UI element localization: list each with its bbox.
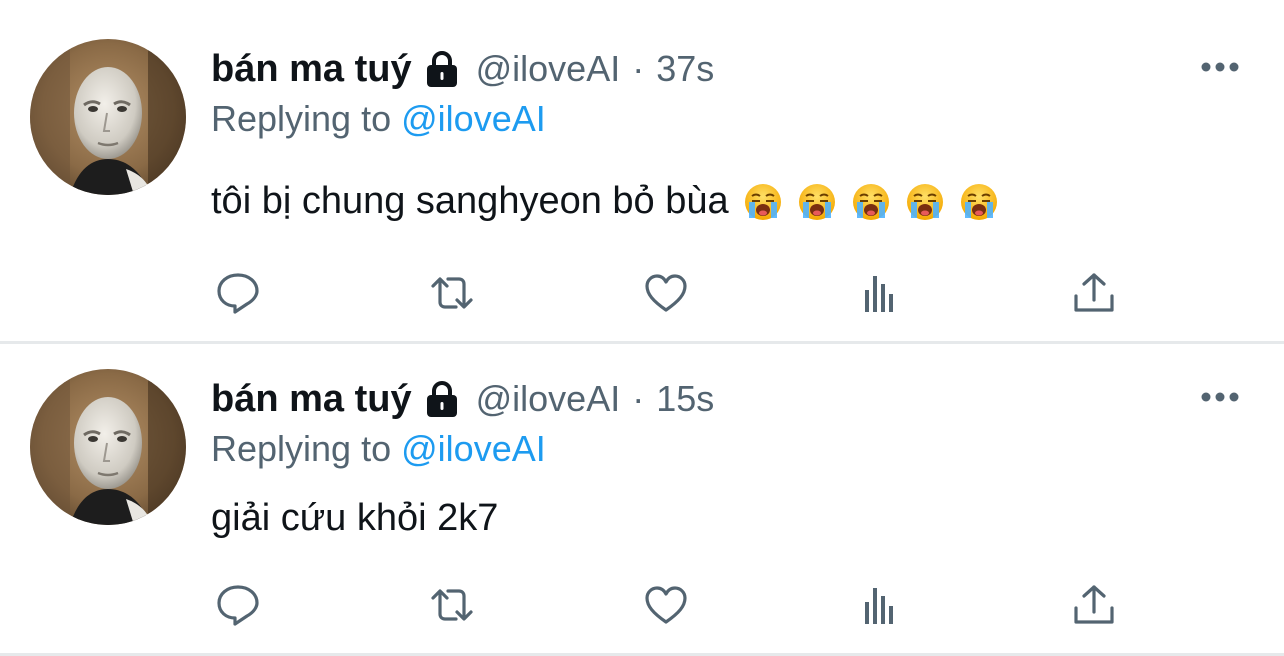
reply-button[interactable] [213, 268, 263, 318]
analytics-button[interactable] [855, 268, 905, 318]
loudly-crying-face-icon [959, 182, 999, 222]
lock-icon [426, 381, 457, 417]
avatar-image [30, 369, 186, 525]
more-icon[interactable] [1198, 57, 1242, 77]
share-icon [1074, 273, 1114, 312]
tweet-text: tôi bị chung sanghyeon bỏ bùa [211, 180, 999, 223]
analytics-icon [865, 276, 893, 312]
lock-icon [426, 51, 457, 87]
avatar-image [30, 39, 186, 195]
avatar[interactable] [30, 369, 186, 525]
replying-prefix: Replying to [211, 428, 392, 469]
tweet-text-content: tôi bị chung sanghyeon bỏ bùa [211, 180, 729, 222]
loudly-crying-face-icon [797, 182, 837, 222]
tweet-header: bán ma tuý @iloveAI · 15s [211, 375, 714, 423]
author-name[interactable]: bán ma tuý [211, 378, 412, 421]
analytics-button[interactable] [855, 580, 905, 630]
loudly-crying-face-icon [905, 182, 945, 222]
replying-to: Replying to @iloveAI [211, 428, 546, 470]
tweet-text: giải cứu khỏi 2k7 [211, 497, 498, 540]
replying-to: Replying to @iloveAI [211, 98, 546, 140]
retweet-icon [431, 277, 473, 309]
replying-mention[interactable]: @iloveAI [401, 98, 546, 139]
share-icon [1074, 585, 1114, 624]
share-button[interactable] [1069, 580, 1119, 630]
reply-icon [217, 273, 259, 314]
like-button[interactable] [641, 268, 691, 318]
more-icon[interactable] [1198, 387, 1242, 407]
analytics-icon [865, 588, 893, 624]
heart-icon [645, 586, 687, 624]
reply-button[interactable] [213, 580, 263, 630]
replying-mention[interactable]: @iloveAI [401, 428, 546, 469]
retweet-button[interactable] [427, 580, 477, 630]
author-name[interactable]: bán ma tuý [211, 48, 412, 91]
share-button[interactable] [1069, 268, 1119, 318]
tweet[interactable]: bán ma tuý @iloveAI · 37s Replying to @i… [0, 0, 1284, 341]
loudly-crying-face-icon [851, 182, 891, 222]
author-handle[interactable]: @iloveAI [476, 48, 621, 90]
retweet-button[interactable] [427, 268, 477, 318]
reply-icon [217, 585, 259, 626]
avatar[interactable] [30, 39, 186, 195]
separator-dot: · [632, 378, 645, 419]
separator-dot: · [632, 48, 645, 89]
tweet-header: bán ma tuý @iloveAI · 37s [211, 45, 714, 93]
timestamp[interactable]: 37s [656, 48, 714, 90]
tweet-actions [0, 268, 1284, 318]
replying-prefix: Replying to [211, 98, 392, 139]
timestamp[interactable]: 15s [656, 378, 714, 420]
tweet-text-content: giải cứu khỏi 2k7 [211, 497, 499, 539]
tweet-actions [0, 580, 1284, 630]
loudly-crying-face-icon [743, 182, 783, 222]
author-handle[interactable]: @iloveAI [476, 378, 621, 420]
heart-icon [645, 274, 687, 312]
tweet[interactable]: bán ma tuý @iloveAI · 15s Replying to @i… [0, 343, 1284, 656]
retweet-icon [431, 589, 473, 621]
like-button[interactable] [641, 580, 691, 630]
